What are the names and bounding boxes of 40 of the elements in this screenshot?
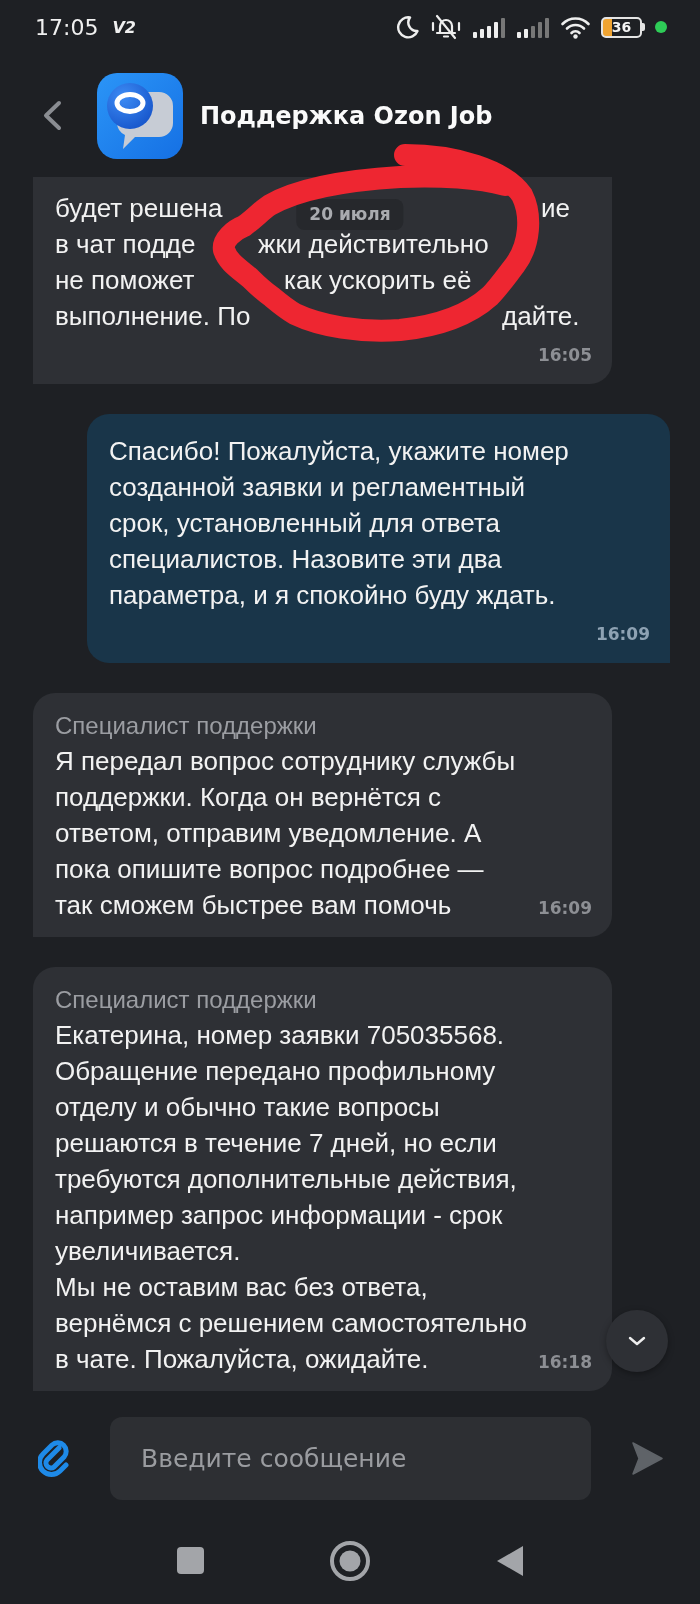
sender-name: Специалист поддержки [55,986,318,1014]
signal-icon [516,16,550,38]
message-text: Я передал вопрос сотруднику службы поддержки. Когда он вернётся с ответом, отправим уведомление. А пока опишите вопрос подробнее — так сможем быстрее вам помочь [55,746,516,920]
app-logo-icon [97,72,183,159]
send-button[interactable] [632,1442,663,1475]
sender-name: Специалист поддержки [55,712,318,740]
network-label: V2 [112,17,136,37]
message-time: 16:18 [537,1351,592,1373]
message-text-fragment: дайте. [502,300,580,333]
signal-icon [472,16,506,38]
chevron-down-icon [627,1335,647,1347]
message-time: 16:05 [537,344,592,366]
status-time: 17:05 [35,14,99,40]
message-text-fragment: выполнение. По [55,300,251,333]
message-text-fragment: как ускорить её [284,264,472,297]
attach-button[interactable] [38,1438,71,1479]
message-text-fragment: будет решена [55,192,223,225]
muted-bell-icon [430,13,462,41]
message-text-fragment: ие [541,192,570,225]
moon-icon [396,15,420,39]
message-text-fragment: в чат подде [55,228,196,261]
indicator-dot-icon [655,21,667,33]
square-icon [176,1547,204,1574]
message-time: 16:09 [595,623,650,645]
chevron-left-icon [42,100,63,131]
triangle-back-icon [497,1545,523,1576]
back-button[interactable] [42,100,63,131]
paperclip-icon [38,1438,71,1479]
message-text-fragment: не поможет [55,264,195,297]
message-input[interactable]: Введите сообщение [110,1417,591,1500]
message-time: 16:09 [537,897,592,919]
date-chip: 20 июля [296,199,404,230]
message-text: Екатерина, номер заявки 705035568. Обращение передано профильному отделу и обычно такие вопросы решаются в течение 7 дней, но если требуются дополнительные действия, например запрос информации - срок увеличивается. Мы не оставим вас без ответа, вернёмся с решением самостоятельно в чате. Пожалуйста, ожидайте. [55,1020,528,1374]
battery-indicator: 36 [601,16,645,38]
message-text-fragment: жки действительно [258,228,489,261]
home-circle-icon [330,1540,370,1581]
message-text: Спасибо! Пожалуйста, укажите номер созданной заявки и регламентный срок, установленный для ответа специалистов. Назовите эти два параметра, и я спокойно буду ждать. [109,436,569,610]
chat-title: Поддержка Ozon Job [200,101,493,130]
wifi-icon [560,15,591,39]
send-icon [632,1442,663,1475]
